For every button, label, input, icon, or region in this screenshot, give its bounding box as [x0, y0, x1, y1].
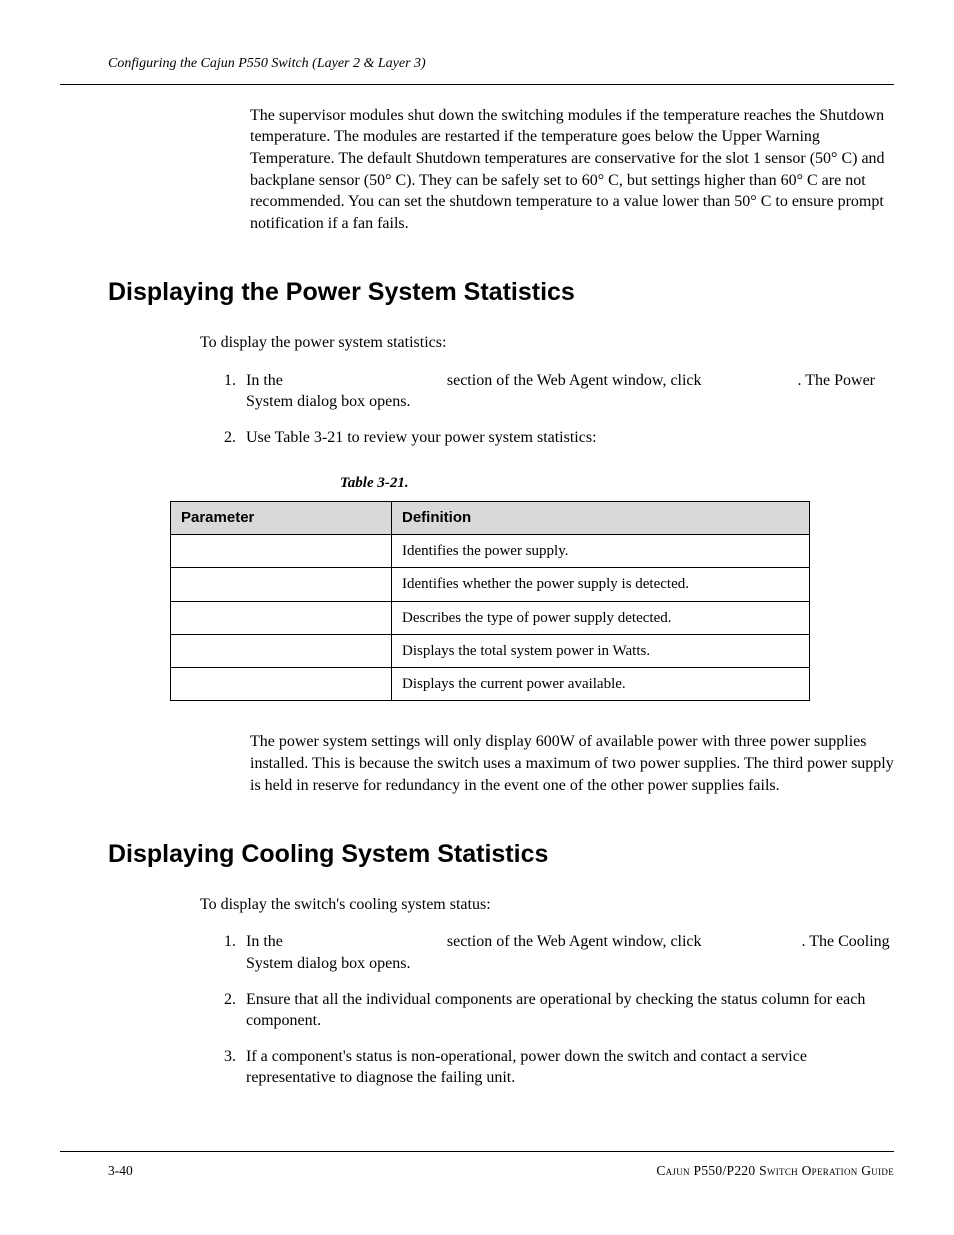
table-caption: Table 3-21.	[340, 473, 894, 493]
cell-def: Displays the current power available.	[392, 668, 810, 701]
cooling-step-1: In the section of the Web Agent window, …	[240, 931, 894, 974]
intro-paragraph: The supervisor modules shut down the swi…	[250, 105, 894, 235]
footer-rule	[60, 1151, 894, 1152]
cooling-steps: In the section of the Web Agent window, …	[200, 931, 894, 1089]
header-rule	[60, 84, 894, 85]
table-row: Describes the type of power supply detec…	[171, 601, 810, 634]
cell-param	[171, 601, 392, 634]
cell-param	[171, 568, 392, 601]
col-definition: Definition	[392, 501, 810, 534]
table-row: Identifies the power supply.	[171, 535, 810, 568]
page-number: 3-40	[108, 1162, 133, 1180]
cell-param	[171, 634, 392, 667]
power-step-1: In the section of the Web Agent window, …	[240, 370, 894, 413]
cooling-step-2: Ensure that all the individual component…	[240, 989, 894, 1032]
cooling-intro: To display the switch's cooling system s…	[200, 894, 894, 916]
cell-def: Identifies the power supply.	[392, 535, 810, 568]
running-header: Configuring the Cajun P550 Switch (Layer…	[108, 55, 894, 74]
cell-def: Describes the type of power supply detec…	[392, 601, 810, 634]
guide-title: Cajun P550/P220 Switch Operation Guide	[656, 1162, 894, 1180]
cell-param	[171, 668, 392, 701]
power-step-2: Use Table 3-21 to review your power syst…	[240, 427, 894, 449]
section-title-cooling: Displaying Cooling System Statistics	[108, 838, 894, 872]
power-steps: In the section of the Web Agent window, …	[200, 370, 894, 449]
table-header-row: Parameter Definition	[171, 501, 810, 534]
table-row: Identifies whether the power supply is d…	[171, 568, 810, 601]
col-parameter: Parameter	[171, 501, 392, 534]
table-row: Displays the current power available.	[171, 668, 810, 701]
page-footer: 3-40 Cajun P550/P220 Switch Operation Gu…	[60, 1145, 894, 1180]
table-row: Displays the total system power in Watts…	[171, 634, 810, 667]
section-title-power: Displaying the Power System Statistics	[108, 276, 894, 310]
cooling-step-3: If a component's status is non-operation…	[240, 1046, 894, 1089]
power-intro: To display the power system statistics:	[200, 332, 894, 354]
page: Configuring the Cajun P550 Switch (Layer…	[0, 0, 954, 1235]
power-note: The power system settings will only disp…	[250, 731, 894, 796]
power-table: Parameter Definition Identifies the powe…	[170, 501, 810, 702]
cell-def: Identifies whether the power supply is d…	[392, 568, 810, 601]
cell-param	[171, 535, 392, 568]
cell-def: Displays the total system power in Watts…	[392, 634, 810, 667]
